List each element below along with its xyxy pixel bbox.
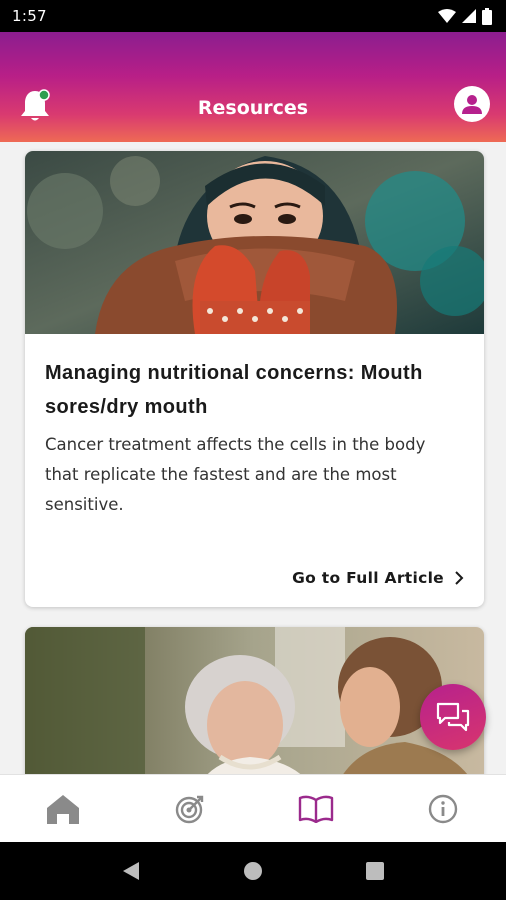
status-time: 1:57	[12, 7, 47, 25]
status-bar: 1:57	[0, 0, 506, 32]
home-icon	[47, 794, 80, 824]
nav-home[interactable]	[0, 775, 127, 842]
page-title: Resources	[197, 97, 309, 119]
full-article-link[interactable]: Go to Full Article	[292, 569, 464, 587]
battery-icon	[482, 7, 492, 25]
article-image	[25, 627, 484, 774]
info-icon	[428, 794, 457, 823]
wifi-icon	[438, 9, 456, 23]
profile-button[interactable]	[454, 86, 490, 122]
article-image	[25, 151, 484, 334]
status-icons	[438, 7, 492, 25]
signal-icon	[462, 9, 476, 23]
home-circle-icon[interactable]	[243, 861, 263, 881]
recents-icon[interactable]	[366, 862, 385, 880]
elderly-women-photo	[25, 627, 484, 774]
system-nav-bar	[0, 842, 506, 900]
chevron-right-icon	[455, 571, 464, 585]
target-icon	[175, 795, 203, 823]
article-title: Managing nutritional concerns: Mouth sor…	[45, 362, 423, 418]
profile-icon	[462, 95, 482, 114]
article-summary: Cancer treatment affects the cells in th…	[45, 435, 426, 514]
nav-goals[interactable]	[127, 775, 254, 842]
back-icon[interactable]	[122, 861, 140, 881]
chat-icon	[436, 702, 470, 732]
bottom-nav	[0, 774, 506, 842]
full-article-link-label: Go to Full Article	[292, 569, 444, 587]
article-body: Managing nutritional concerns: Mouth sor…	[25, 334, 484, 520]
screen: 1:57 Resources Managing nutritional conc…	[0, 0, 506, 900]
app-header: Resources	[0, 32, 506, 142]
nav-resources[interactable]	[253, 775, 380, 842]
chat-button[interactable]	[420, 684, 486, 750]
book-icon	[299, 795, 334, 823]
article-card[interactable]: Managing nutritional concerns: Mouth sor…	[25, 151, 484, 607]
nav-info[interactable]	[380, 775, 506, 842]
resources-list[interactable]: Managing nutritional concerns: Mouth sor…	[0, 142, 506, 774]
woman-with-scarf-photo	[25, 151, 484, 334]
article-card[interactable]	[25, 627, 484, 774]
